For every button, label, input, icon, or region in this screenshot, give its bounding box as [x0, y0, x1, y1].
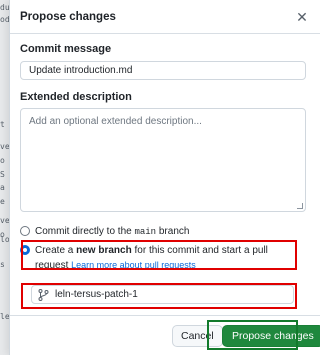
background-text: S — [0, 170, 5, 179]
learn-more-link[interactable]: Learn more about pull requests — [71, 260, 196, 270]
close-icon[interactable]: ✕ — [293, 8, 311, 26]
background-text: e — [0, 197, 5, 206]
dialog-title: Propose changes — [20, 11, 116, 23]
extended-description-label: Extended description — [20, 91, 132, 103]
resize-grip-icon[interactable] — [297, 203, 303, 209]
new-branch-text: Create a — [35, 245, 77, 256]
cancel-button[interactable]: Cancel — [172, 325, 223, 347]
new-branch-radio[interactable] — [20, 245, 30, 255]
propose-changes-dialog: Propose changes ✕ Commit message Update … — [9, 0, 320, 355]
new-branch-bold: new branch — [76, 245, 132, 256]
background-text: t — [0, 120, 5, 129]
dialog-footer: Cancel Propose changes — [10, 315, 320, 355]
dialog-header: Propose changes ✕ — [10, 0, 320, 34]
commit-message-label: Commit message — [20, 43, 112, 55]
new-branch-label[interactable]: Create a new branch for this commit and … — [35, 244, 300, 273]
main-branch-name: main — [134, 227, 157, 237]
propose-changes-button[interactable]: Propose changes — [222, 325, 320, 347]
commit-directly-radio[interactable] — [20, 226, 30, 236]
extended-description-textarea[interactable]: Add an optional extended description... — [20, 108, 306, 212]
background-text: o — [0, 156, 5, 165]
commit-directly-text: Commit directly to the — [35, 226, 135, 237]
commit-directly-suffix: branch — [156, 226, 190, 237]
commit-message-input[interactable]: Update introduction.md — [20, 61, 306, 80]
commit-directly-label[interactable]: Commit directly to the main branch — [35, 225, 189, 239]
background-text: a — [0, 183, 5, 192]
branch-name-value: leln-tersus-patch-1 — [55, 289, 138, 300]
extended-description-placeholder: Add an optional extended description... — [29, 116, 202, 127]
background-text: s — [0, 260, 5, 269]
git-branch-icon — [38, 289, 49, 301]
branch-name-input[interactable]: leln-tersus-patch-1 — [31, 285, 294, 304]
